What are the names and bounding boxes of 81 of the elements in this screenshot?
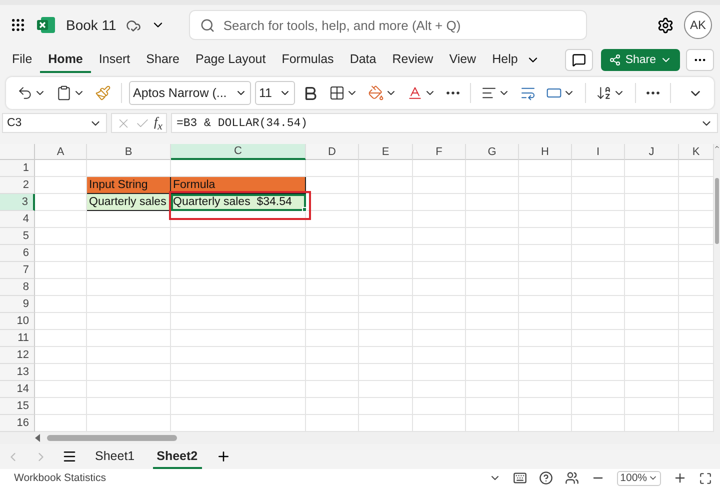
speech-bubble-icon (572, 52, 586, 67)
scroll-left-icon (35, 434, 41, 442)
fullscreen-icon[interactable] (699, 472, 712, 485)
column-header[interactable]: J (625, 144, 679, 160)
search-field[interactable]: Search for tools, help, and more (Alt + Q) (189, 10, 588, 40)
status-label[interactable]: Workbook Statistics (14, 472, 106, 484)
row-header[interactable]: 10 (0, 313, 35, 330)
cloud-check-icon (126, 18, 142, 33)
column-header[interactable]: A (35, 144, 87, 160)
font-size-dropdown[interactable]: 11 (255, 81, 295, 106)
row-header[interactable]: 7 (0, 262, 35, 280)
column-header[interactable]: D (306, 144, 359, 160)
row-header[interactable]: 14 (0, 381, 35, 398)
zoom-in-icon[interactable] (673, 471, 687, 486)
share-icon (609, 54, 622, 66)
menu-tab[interactable]: Review (384, 46, 442, 73)
add-sheet-icon[interactable] (216, 449, 231, 464)
row-header[interactable]: 11 (0, 330, 35, 348)
row-header[interactable]: 13 (0, 364, 35, 382)
name-box[interactable]: C3 (2, 113, 107, 134)
insert-function-button[interactable]: f$_{x}$ (154, 114, 162, 133)
paintbrush-icon (95, 85, 111, 102)
column-header[interactable]: E (359, 144, 413, 160)
column-header[interactable]: K (679, 144, 714, 160)
formula-field[interactable]: =B3 & DOLLAR(34.54) (171, 113, 718, 134)
search-icon (200, 18, 216, 33)
row-header[interactable]: 15 (0, 398, 35, 416)
menu-tab[interactable]: Page Layout (188, 46, 274, 73)
menu-tab[interactable]: Data (342, 46, 384, 73)
undo-icon (17, 85, 33, 102)
menu-tab[interactable]: Share (138, 46, 188, 73)
menu-tab[interactable]: Home (40, 46, 91, 73)
row-header[interactable]: 2 (0, 177, 35, 194)
row-header[interactable]: 5 (0, 228, 35, 246)
user-avatar[interactable]: AK (684, 11, 712, 40)
sort-icon (596, 85, 612, 102)
font-name-dropdown[interactable]: Aptos Narrow (... (129, 81, 251, 106)
zoom-dropdown[interactable]: 100% (617, 470, 661, 486)
borders-icon (329, 85, 345, 102)
comment-button[interactable] (565, 48, 594, 71)
more-icon (646, 91, 660, 96)
column-header[interactable]: C (171, 144, 306, 160)
spreadsheet-logo-icon (36, 15, 56, 36)
menu-icon[interactable] (62, 449, 77, 464)
column-header[interactable]: I (572, 144, 625, 160)
font-color-icon (407, 85, 423, 102)
column-header[interactable]: B (87, 144, 171, 160)
paint-bucket-icon (368, 85, 384, 102)
column-header[interactable]: G (466, 144, 519, 160)
column-header[interactable]: H (519, 144, 572, 160)
row-header[interactable]: 9 (0, 296, 35, 314)
menu-tab[interactable]: Formulas (274, 46, 342, 73)
row-header[interactable]: 1 (0, 160, 35, 178)
menu-tab[interactable]: Insert (90, 46, 138, 73)
document-title[interactable]: Book 11 (66, 17, 116, 34)
share-button[interactable]: Share (601, 48, 680, 71)
keyboard-icon[interactable] (513, 471, 528, 486)
menu-tab[interactable]: View (441, 46, 484, 73)
help-icon[interactable] (539, 471, 554, 486)
people-icon[interactable] (565, 471, 580, 486)
settings-icon[interactable] (657, 16, 674, 34)
fill-handle[interactable] (302, 207, 307, 212)
row-header[interactable]: 3 (0, 194, 35, 212)
menu-tab[interactable]: File (4, 46, 40, 73)
menu-tab[interactable]: Help (484, 46, 526, 73)
table-cell[interactable]: Input String (87, 177, 171, 194)
row-header[interactable]: 16 (0, 415, 35, 432)
clipboard-icon (56, 85, 72, 102)
table-cell[interactable]: Quarterly sales (87, 194, 171, 212)
row-header[interactable]: 6 (0, 245, 35, 262)
apps-grid-icon[interactable] (10, 17, 26, 34)
scroll-up-icon (714, 144, 720, 150)
row-header[interactable]: 4 (0, 211, 35, 228)
table-cell[interactable]: Quarterly sales $34.54 (171, 194, 306, 212)
row-header[interactable]: 8 (0, 279, 35, 296)
column-header[interactable]: F (413, 144, 466, 160)
wrap-text-icon (520, 85, 536, 102)
sheet-tab[interactable]: Sheet1 (91, 444, 139, 469)
vertical-scrollbar[interactable] (714, 144, 720, 432)
more-icon (446, 91, 460, 96)
row-header[interactable]: 12 (0, 347, 35, 364)
